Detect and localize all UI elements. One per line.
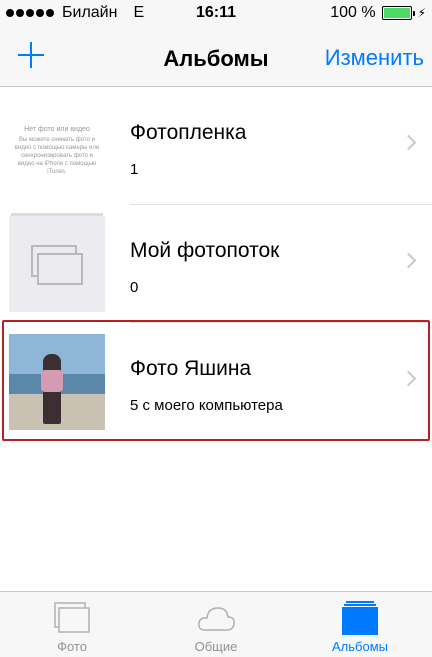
- photo-stream-thumbnail: [9, 213, 105, 312]
- albums-icon: [342, 601, 378, 635]
- album-count: 5 с моего компьютера: [130, 397, 283, 414]
- nav-bar: Альбомы Изменить: [0, 30, 432, 87]
- stack-edge: [11, 213, 103, 216]
- battery-icon: [381, 6, 415, 20]
- thumb-text: синхронизировать фото и: [21, 153, 93, 159]
- chevron-right-icon: [400, 134, 417, 151]
- album-name: Фото Яшина: [130, 357, 252, 380]
- photos-icon: [54, 602, 90, 633]
- album-name: Мой фотопоток: [130, 239, 280, 262]
- album-count: 1: [130, 161, 139, 178]
- tab-label: Общие: [194, 639, 238, 654]
- album-count: 0: [130, 279, 139, 296]
- album-row-camera-roll[interactable]: Нет фото или видео Вы можете снимать фот…: [0, 87, 432, 205]
- battery-level: [383, 8, 410, 18]
- thumb-text: видео с помощью камеры или: [14, 145, 100, 151]
- status-right: 100 % ⚡: [330, 4, 426, 22]
- album-thumbnail: Нет фото или видео Вы можете снимать фот…: [9, 98, 105, 194]
- tab-photos[interactable]: Фото: [0, 592, 144, 657]
- tab-albums[interactable]: Альбомы: [288, 592, 432, 657]
- album-row-yashin-photos[interactable]: Фото Яшина 5 с моего компьютера: [0, 323, 432, 441]
- cloud-icon: [198, 607, 235, 631]
- tab-label: Фото: [57, 639, 87, 654]
- thumb-text: видео на iPhone с помощью: [17, 161, 97, 167]
- chevron-right-icon: [400, 252, 417, 269]
- album-photo-thumbnail: [9, 334, 105, 430]
- edit-button[interactable]: Изменить: [325, 45, 424, 71]
- charging-icon: ⚡: [417, 6, 426, 20]
- tab-shared[interactable]: Общие: [144, 592, 288, 657]
- tab-bar: Фото Общие Альбомы: [0, 591, 432, 657]
- frame-icon: [37, 253, 83, 285]
- thumb-text: iTunes.: [47, 169, 67, 175]
- album-name: Фотопленка: [130, 121, 247, 144]
- chevron-right-icon: [400, 370, 417, 387]
- thumb-text: Нет фото или видео: [24, 126, 90, 133]
- thumb-text: Вы можете снимать фото и: [19, 137, 95, 143]
- album-row-photo-stream[interactable]: Мой фотопоток 0: [0, 205, 432, 323]
- status-bar: Билайн E 16:11 100 % ⚡: [0, 0, 432, 30]
- tab-label: Альбомы: [332, 639, 388, 654]
- battery-percent: 100 %: [330, 4, 376, 21]
